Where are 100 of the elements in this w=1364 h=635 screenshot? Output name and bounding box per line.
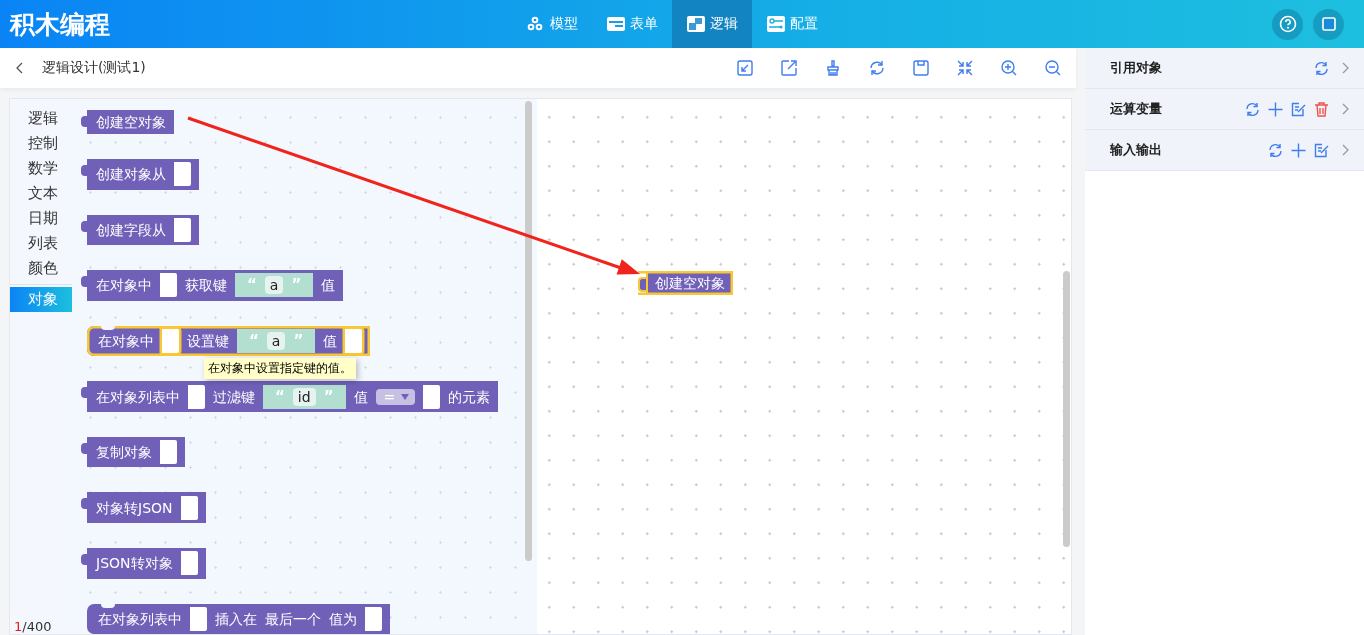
quote-mark: “ bbox=[247, 276, 257, 295]
block-label: 过滤键 bbox=[213, 387, 255, 407]
input-slot[interactable] bbox=[345, 328, 363, 353]
category-item[interactable]: 日期 bbox=[10, 206, 72, 231]
block-label: 在对象中 bbox=[96, 276, 152, 296]
panel-title: 输入输出 bbox=[1110, 141, 1162, 159]
block-label: 在对象中 bbox=[98, 331, 154, 351]
input-slot[interactable] bbox=[162, 328, 179, 353]
code-block[interactable]: 创建对象从 bbox=[79, 159, 199, 190]
code-block[interactable]: 对象转JSON bbox=[79, 492, 206, 523]
category-item[interactable]: 颜色 bbox=[10, 256, 72, 281]
block-label: 最后一个 bbox=[265, 609, 321, 629]
panel-row[interactable]: 运算变量 bbox=[1085, 89, 1364, 130]
chevron-right-icon[interactable] bbox=[1342, 103, 1350, 115]
edit-icon[interactable] bbox=[1313, 141, 1330, 159]
block-label: 在对象列表中 bbox=[96, 387, 180, 407]
input-slot[interactable] bbox=[160, 273, 177, 298]
code-block[interactable]: JSON转对象 bbox=[79, 547, 206, 579]
block-label: 设置键 bbox=[187, 331, 229, 351]
card-icon bbox=[606, 15, 626, 33]
panel-title: 引用对象 bbox=[1110, 59, 1162, 77]
quote-mark: “ bbox=[249, 331, 259, 350]
edit-icon[interactable] bbox=[1290, 100, 1307, 118]
chevron-right-icon[interactable] bbox=[1342, 144, 1350, 156]
caret-icon bbox=[401, 393, 410, 400]
help-icon bbox=[1278, 15, 1297, 33]
brush-icon[interactable] bbox=[824, 59, 842, 77]
input-slot[interactable] bbox=[180, 551, 198, 576]
block-label: 在对象列表中 bbox=[98, 609, 182, 629]
block-label: 复制对象 bbox=[96, 443, 152, 463]
text-value[interactable]: a bbox=[266, 331, 286, 350]
code-block[interactable]: 在对象列表中 插入在 最后一个 值为 bbox=[87, 603, 390, 634]
text-block[interactable]: “ a ” bbox=[235, 273, 314, 298]
block-label: JSON转对象 bbox=[96, 554, 173, 574]
plus-icon[interactable] bbox=[1267, 100, 1284, 118]
category-item[interactable]: 逻辑 bbox=[10, 106, 72, 131]
nav-tab[interactable]: 逻辑 bbox=[672, 0, 752, 48]
settings-icon bbox=[766, 15, 786, 33]
chevron-right-icon[interactable] bbox=[1342, 62, 1350, 74]
block-label: 创建空对象 bbox=[655, 274, 725, 293]
panel-title: 运算变量 bbox=[1110, 100, 1162, 118]
refresh-icon[interactable] bbox=[1267, 141, 1284, 159]
plus-icon[interactable] bbox=[1290, 141, 1307, 159]
input-slot[interactable] bbox=[174, 217, 191, 242]
text-block[interactable]: “ id ” bbox=[263, 384, 346, 409]
input-slot[interactable] bbox=[365, 606, 382, 631]
input-slot[interactable] bbox=[190, 606, 207, 631]
fullscreen-button[interactable] bbox=[1313, 8, 1344, 40]
code-block[interactable]: 在对象列表中 过滤键 “ id ” 值 = 的元素 bbox=[79, 381, 499, 412]
code-block[interactable]: 创建空对象 bbox=[79, 110, 174, 134]
input-slot[interactable] bbox=[188, 384, 205, 409]
block-counter: 1/400 bbox=[14, 619, 52, 634]
refresh-icon[interactable] bbox=[1244, 100, 1261, 118]
block-label: 创建对象从 bbox=[96, 165, 166, 185]
text-value[interactable]: id bbox=[292, 387, 316, 406]
code-block[interactable]: 创建字段从 bbox=[79, 214, 199, 246]
panel-row[interactable]: 输入输出 bbox=[1085, 130, 1364, 171]
block-label: 值 bbox=[323, 331, 338, 351]
app-logo: 积木编程 bbox=[10, 8, 110, 41]
save-icon[interactable] bbox=[912, 59, 930, 77]
input-slot[interactable] bbox=[174, 162, 191, 187]
block-label: 创建字段从 bbox=[96, 220, 166, 240]
help-button[interactable] bbox=[1272, 8, 1303, 40]
back-icon[interactable] bbox=[15, 62, 25, 74]
block-label: 值 bbox=[321, 276, 336, 296]
scrollbar[interactable] bbox=[525, 101, 532, 561]
input-slot[interactable] bbox=[160, 440, 177, 465]
zoom-in-icon[interactable] bbox=[1000, 59, 1018, 77]
import-icon[interactable] bbox=[736, 59, 754, 77]
block-label: 对象转JSON bbox=[96, 498, 173, 518]
block-label: 值 bbox=[353, 387, 368, 407]
category-item[interactable]: 列表 bbox=[10, 231, 72, 256]
tooltip: 在对象中设置指定键的值。 bbox=[204, 357, 356, 379]
block-label: 插入在 bbox=[215, 609, 257, 629]
category-item[interactable]: 文本 bbox=[10, 181, 72, 206]
block-label: 获取键 bbox=[185, 276, 227, 296]
refresh-icon[interactable] bbox=[868, 59, 886, 77]
collapse-icon[interactable] bbox=[956, 59, 974, 77]
code-block[interactable]: 复制对象 bbox=[79, 436, 185, 468]
quote-mark: ” bbox=[291, 276, 302, 295]
code-block[interactable]: 在对象中 获取键 “ a ” 值 bbox=[79, 270, 344, 301]
zoom-out-icon[interactable] bbox=[1044, 59, 1062, 77]
input-slot[interactable] bbox=[180, 495, 198, 520]
text-value[interactable]: a bbox=[264, 276, 284, 295]
panel-row[interactable]: 引用对象 bbox=[1085, 48, 1364, 89]
block-label: 值为 bbox=[329, 609, 357, 629]
scrollbar[interactable] bbox=[1063, 271, 1070, 547]
input-slot[interactable] bbox=[423, 384, 441, 409]
category-item[interactable]: 数学 bbox=[10, 156, 72, 181]
quote-mark: ” bbox=[323, 387, 334, 406]
text-block[interactable]: “ a ” bbox=[237, 328, 316, 353]
puzzle-icon bbox=[686, 15, 706, 33]
square-icon bbox=[1321, 17, 1336, 31]
code-block[interactable]: 创建空对象 bbox=[638, 271, 733, 295]
trash-icon[interactable] bbox=[1313, 100, 1330, 118]
quote-mark: ” bbox=[293, 331, 304, 350]
refresh-icon[interactable] bbox=[1313, 59, 1330, 77]
category-item[interactable]: 控制 bbox=[10, 131, 72, 156]
quote-mark: “ bbox=[275, 387, 285, 406]
export-icon[interactable] bbox=[780, 59, 798, 77]
